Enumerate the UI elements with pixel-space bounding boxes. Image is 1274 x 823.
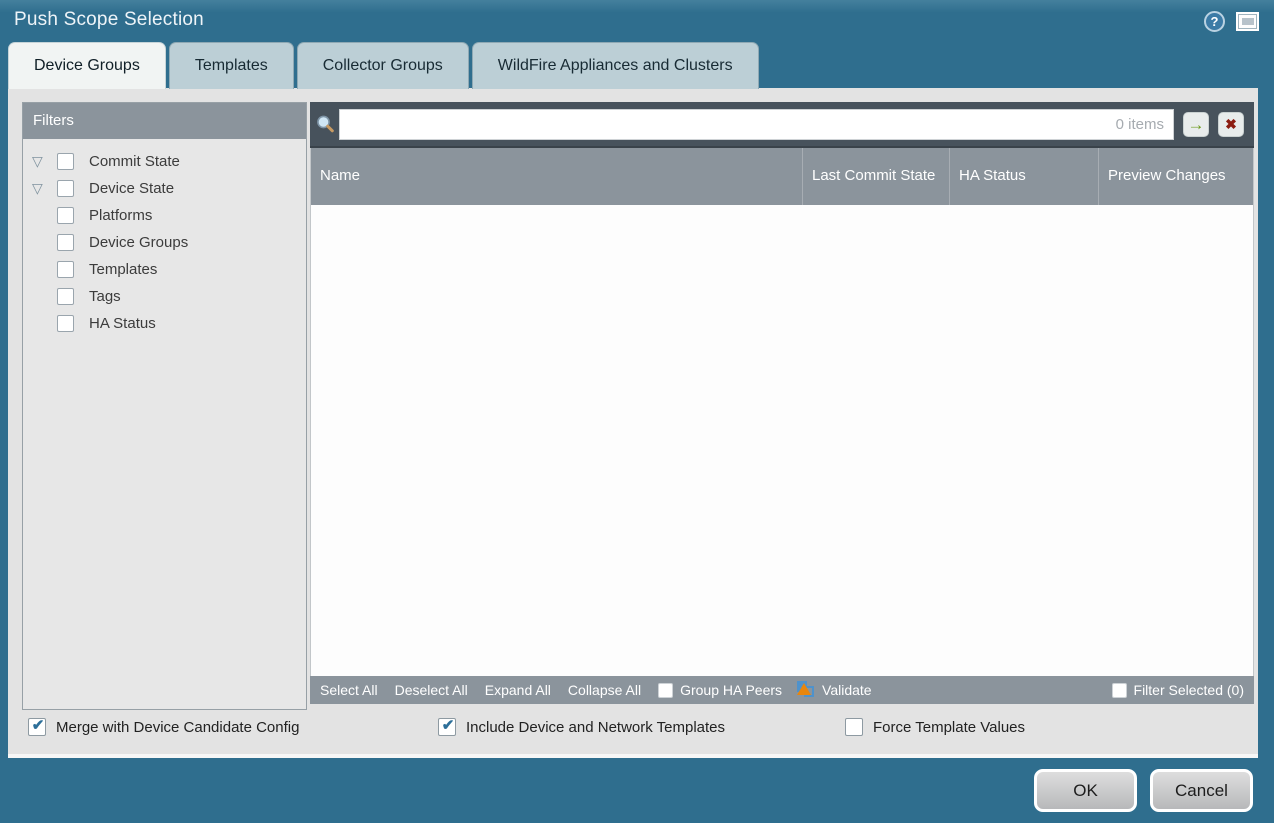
filter-selected-label: Filter Selected (0) — [1134, 682, 1244, 698]
checkbox[interactable] — [57, 315, 74, 332]
group-ha-peers-checkbox[interactable] — [658, 683, 673, 698]
filter-item-templates[interactable]: Templates — [23, 256, 306, 283]
apply-filter-button[interactable]: → — [1183, 112, 1209, 137]
table-header-row: Name Last Commit State HA Status Preview… — [311, 148, 1253, 205]
ok-button[interactable]: OK — [1034, 769, 1137, 812]
filters-panel: Filters ▽ Commit State ▽ Device State Pl… — [22, 102, 307, 710]
device-table: Name Last Commit State HA Status Preview… — [310, 148, 1254, 676]
footer-buttons: OK Cancel — [1034, 769, 1253, 812]
filters-tree: ▽ Commit State ▽ Device State Platforms … — [23, 139, 306, 337]
checkbox[interactable] — [57, 207, 74, 224]
filters-header: Filters — [23, 103, 306, 139]
tab-bar: Device Groups Templates Collector Groups… — [8, 42, 759, 89]
select-all-link[interactable]: Select All — [320, 682, 378, 698]
column-header-name[interactable]: Name — [311, 148, 803, 205]
search-bar: 0 items → ✖ — [310, 102, 1254, 148]
option-label: Force Template Values — [873, 719, 1025, 736]
validate-icon — [796, 681, 817, 699]
filter-item-device-groups[interactable]: Device Groups — [23, 229, 306, 256]
search-icon — [315, 114, 336, 135]
window-icon-glyph — [1242, 18, 1254, 25]
merge-candidate-config-checkbox[interactable]: ✔ — [28, 718, 46, 736]
table-body-empty — [311, 205, 1253, 676]
checkbox[interactable] — [57, 180, 74, 197]
tab-collector-groups[interactable]: Collector Groups — [297, 42, 469, 89]
search-input[interactable]: 0 items — [339, 109, 1174, 140]
force-template-values-checkbox[interactable] — [845, 718, 863, 736]
group-ha-peers-label: Group HA Peers — [680, 682, 782, 698]
option-merge-candidate-config: ✔ Merge with Device Candidate Config — [28, 718, 438, 736]
device-table-area: 0 items → ✖ Name Last Commit State HA St… — [310, 102, 1254, 706]
dialog-title: Push Scope Selection — [14, 9, 204, 31]
checkbox[interactable] — [57, 261, 74, 278]
arrow-right-icon: → — [1188, 116, 1205, 133]
validate-link[interactable]: Validate — [822, 682, 872, 698]
expander-icon[interactable]: ▽ — [32, 153, 57, 170]
option-force-template-values: Force Template Values — [845, 718, 1025, 736]
column-header-preview-changes[interactable]: Preview Changes — [1099, 148, 1253, 205]
include-templates-checkbox[interactable]: ✔ — [438, 718, 456, 736]
filter-item-label: Templates — [89, 261, 157, 278]
filter-item-label: Platforms — [89, 207, 152, 224]
main-panel: Filters ▽ Commit State ▽ Device State Pl… — [8, 88, 1258, 758]
filter-item-label: HA Status — [89, 315, 156, 332]
column-header-last-commit-state[interactable]: Last Commit State — [803, 148, 950, 205]
filter-item-ha-status[interactable]: HA Status — [23, 310, 306, 337]
filter-item-label: Tags — [89, 288, 121, 305]
clear-filter-button[interactable]: ✖ — [1218, 112, 1244, 137]
filter-item-tags[interactable]: Tags — [23, 283, 306, 310]
x-icon: ✖ — [1225, 117, 1237, 131]
deselect-all-link[interactable]: Deselect All — [395, 682, 468, 698]
tab-wildfire-appliances[interactable]: WildFire Appliances and Clusters — [472, 42, 759, 89]
filter-item-device-state[interactable]: ▽ Device State — [23, 175, 306, 202]
expander-icon[interactable]: ▽ — [32, 180, 57, 197]
titlebar-icons: ? — [1204, 11, 1259, 32]
option-label: Include Device and Network Templates — [466, 719, 725, 736]
collapse-all-link[interactable]: Collapse All — [568, 682, 641, 698]
push-options-row: ✔ Merge with Device Candidate Config ✔ I… — [28, 718, 1252, 736]
tab-templates[interactable]: Templates — [169, 42, 294, 89]
window-icon[interactable] — [1236, 12, 1259, 31]
filter-item-label: Device Groups — [89, 234, 188, 251]
filter-item-commit-state[interactable]: ▽ Commit State — [23, 148, 306, 175]
checkbox[interactable] — [57, 288, 74, 305]
help-icon[interactable]: ? — [1204, 11, 1225, 32]
filter-item-label: Device State — [89, 180, 174, 197]
checkbox[interactable] — [57, 153, 74, 170]
option-label: Merge with Device Candidate Config — [56, 719, 299, 736]
tab-device-groups[interactable]: Device Groups — [8, 42, 166, 89]
expand-all-link[interactable]: Expand All — [485, 682, 551, 698]
dialog-footer: OK Cancel — [0, 758, 1274, 823]
cancel-button[interactable]: Cancel — [1150, 769, 1253, 812]
filter-item-label: Commit State — [89, 153, 180, 170]
table-toolbar: Select All Deselect All Expand All Colla… — [310, 676, 1254, 704]
filter-item-platforms[interactable]: Platforms — [23, 202, 306, 229]
option-include-templates: ✔ Include Device and Network Templates — [438, 718, 845, 736]
column-header-ha-status[interactable]: HA Status — [950, 148, 1099, 205]
filter-selected-checkbox[interactable] — [1112, 683, 1127, 698]
titlebar: Push Scope Selection ? — [0, 0, 1274, 42]
items-count: 0 items — [1116, 116, 1164, 133]
checkbox[interactable] — [57, 234, 74, 251]
